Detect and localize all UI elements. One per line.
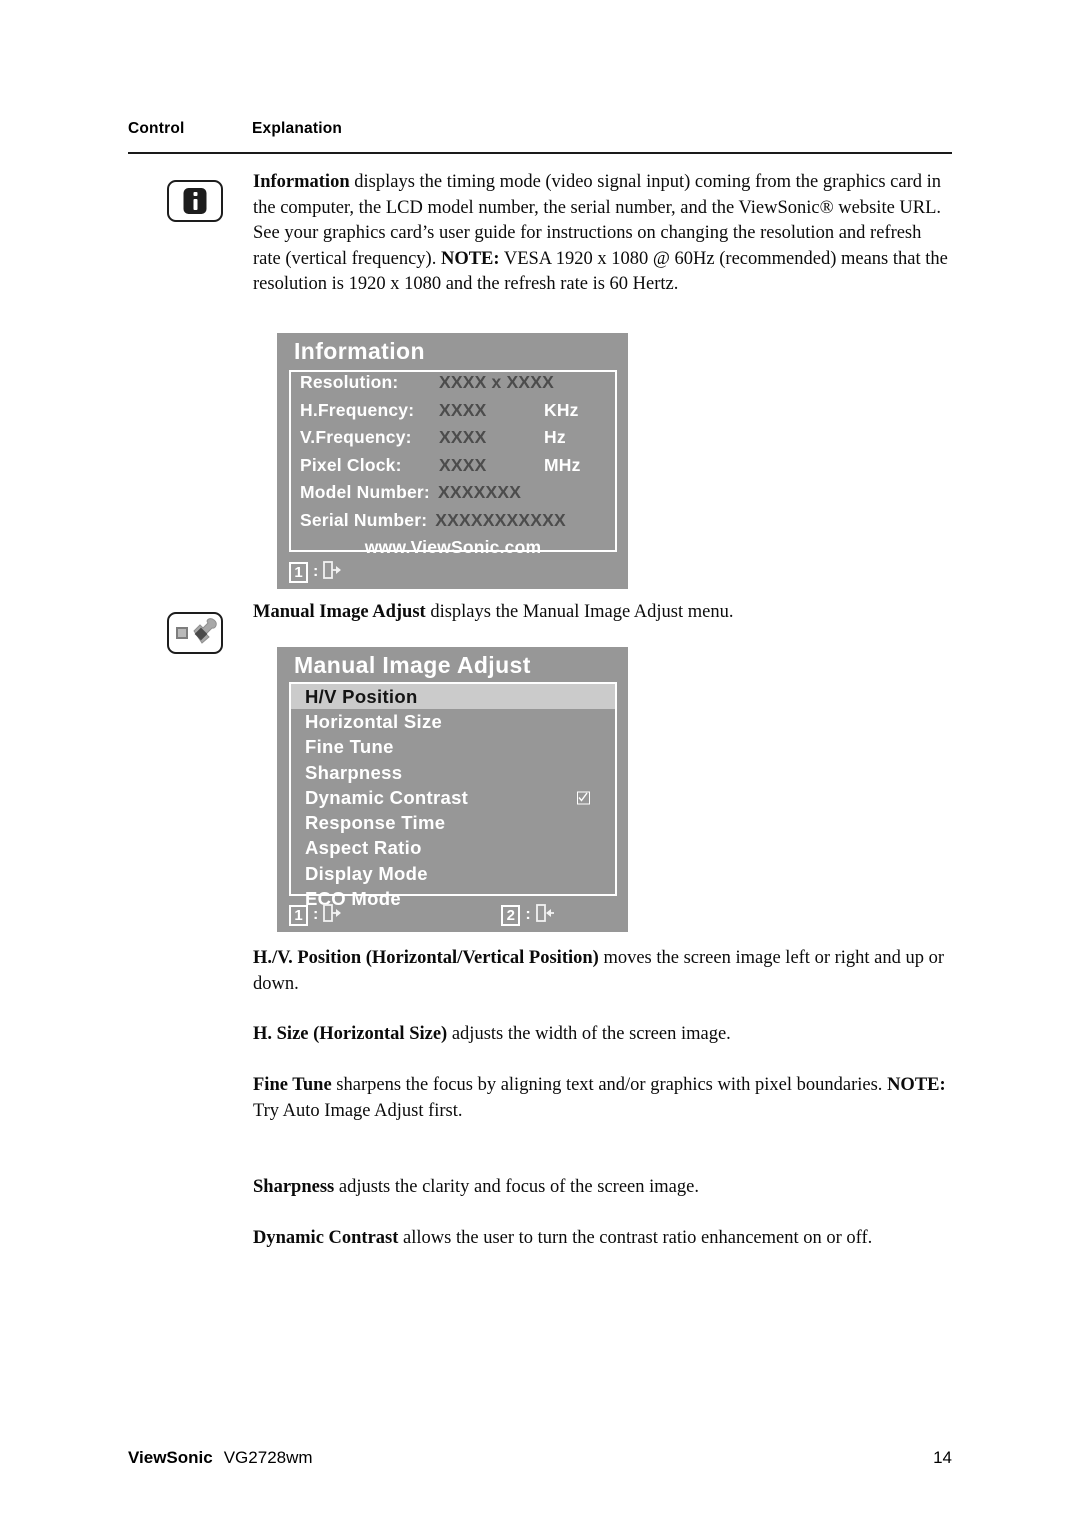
wrench-icon [167,612,223,654]
note-label-information: NOTE: [440,248,500,269]
osd-row-hfrequency: H.Frequency: XXXX KHz [291,400,615,428]
osd-menu-item-label: Response Time [305,812,446,834]
wrench-square-glyph [176,627,188,639]
paragraph-hv-position: H./V. Position (Horizontal/Vertical Posi… [253,946,953,997]
column-header-control: Control [128,120,185,137]
osd-manual-image-adjust-title: Manual Image Adjust [294,652,531,678]
paragraph-fine-tune: Fine Tune sharpens the focus by aligning… [253,1073,953,1124]
osd-value-model-number: XXXXXXX [437,482,522,502]
term-manual-image-adjust: Manual Image Adjust [253,602,426,622]
osd-menu-item-fine-tune[interactable]: Fine Tune [291,735,615,760]
osd-label-serial-number: Serial Number: [300,509,428,530]
table-column-headers: Control Explanation [128,120,952,138]
osd-unit-pixelclock: MHz [544,454,581,475]
osd-menu-item-label: Dynamic Contrast [305,786,469,808]
paragraph-h-size-body: adjusts the width of the screen image. [447,1024,731,1044]
osd-label-model-number: Model Number: [300,482,430,502]
note-label-fine-tune: NOTE: [887,1075,946,1095]
osd-hint-exit: 1 : [289,560,343,584]
osd-row-resolution: Resolution: XXXX x XXXX [291,372,615,400]
wrench-shape-icon [193,618,217,644]
osd-menu-item-label: Fine Tune [305,736,394,758]
osd-hint-colon-2: : [525,906,531,923]
paragraph-fine-tune-body: sharpens the focus by aligning text and/… [331,1075,883,1095]
footer-left: ViewSonic VG2728wm [128,1448,313,1468]
page-footer: ViewSonic VG2728wm 14 [128,1448,952,1468]
osd-row-pixelclock: Pixel Clock: XXXX MHz [291,455,615,483]
document-page: Control Explanation Information displays … [0,0,1080,1527]
osd-hint-key-1: 1 [289,904,308,926]
header-divider [128,152,952,154]
osd-menu-item-aspect-ratio[interactable]: Aspect Ratio [291,836,615,861]
osd-label-vfrequency: V.Frequency: [300,427,412,447]
footer-brand: ViewSonic [128,1448,213,1467]
osd-value-hfrequency: XXXX [439,399,487,420]
osd-menu-item-dynamic-contrast[interactable]: Dynamic Contrast [291,785,615,810]
paragraph-sharpness: Sharpness adjusts the clarity and focus … [253,1175,953,1201]
exit-icon [323,903,343,927]
term-h-size: H. Size (Horizontal Size) [253,1024,448,1044]
osd-menu-item-label: Sharpness [305,761,403,783]
osd-value-resolution: XXXX x XXXX [439,372,555,392]
term-fine-tune: Fine Tune [253,1075,332,1095]
info-letter-glyph [183,188,207,214]
column-header-explanation: Explanation [252,120,343,137]
osd-hint-key-1: 1 [289,561,308,583]
term-dynamic-contrast: Dynamic Contrast [253,1228,399,1248]
osd-label-resolution: Resolution: [300,372,399,392]
footer-model: VG2728wm [223,1448,313,1467]
osd-menu-item-display-mode[interactable]: Display Mode [291,861,615,886]
osd-row-model-number: Model Number: XXXXXXX [291,482,615,510]
paragraph-manual-image-adjust: Manual Image Adjust displays the Manual … [253,600,953,626]
osd-menu-item-label: Horizontal Size [305,710,443,732]
osd-menu-item-label: H/V Position [305,685,418,707]
osd-information-frame: Resolution: XXXX x XXXX H.Frequency: XXX… [289,370,617,557]
osd-menu-item-sharpness[interactable]: Sharpness [291,760,615,785]
information-icon [167,180,223,222]
osd-menu-item-label: Aspect Ratio [305,837,422,859]
paragraph-sharpness-body: adjusts the clarity and focus of the scr… [334,1177,699,1197]
osd-hint-key-2: 2 [501,904,521,926]
osd-value-website: www.ViewSonic.com [364,537,542,557]
osd-menu-item-label: Display Mode [305,862,428,884]
footer-page-number: 14 [933,1448,952,1467]
osd-information-menu: Information Resolution: XXXX x XXXX H.Fr… [277,333,628,589]
osd-label-hfrequency: H.Frequency: [300,399,415,420]
osd-information-title: Information [294,338,425,364]
osd-hint-colon-1: : [313,906,319,923]
wrench-glyph [169,614,221,652]
return-icon [535,903,556,927]
osd-manual-image-adjust-hint-bar: 1 : 2 : [289,902,617,928]
osd-value-serial-number: XXXXXXXXXXX [435,509,566,530]
osd-hint-return: 2 : [501,903,556,927]
osd-unit-vfrequency: Hz [544,427,566,447]
paragraph-information: Information displays the timing mode (vi… [253,170,953,298]
osd-menu-item-horizontal-size[interactable]: Horizontal Size [291,709,615,734]
osd-label-pixelclock: Pixel Clock: [300,454,402,475]
osd-value-pixelclock: XXXX [439,454,487,475]
osd-information-hint-bar: 1 : [289,559,617,585]
osd-menu-item-hv-position[interactable]: H/V Position [291,684,615,710]
paragraph-h-size: H. Size (Horizontal Size) adjusts the wi… [253,1022,953,1048]
term-sharpness: Sharpness [253,1177,335,1197]
exit-icon [323,560,343,584]
osd-unit-hfrequency: KHz [544,399,579,420]
osd-hint-colon-1: : [313,563,319,580]
paragraph-manual-image-adjust-body: displays the Manual Image Adjust menu. [425,602,734,622]
checkbox-checked-icon[interactable] [577,791,590,805]
osd-manual-image-adjust-menu: Manual Image Adjust H/V Position Horizon… [277,647,628,932]
osd-value-vfrequency: XXXX [439,427,487,447]
osd-row-serial-number: Serial Number: XXXXXXXXXXX [291,510,615,538]
paragraph-dynamic-contrast: Dynamic Contrast allows the user to turn… [253,1226,953,1252]
osd-row-vfrequency: V.Frequency: XXXX Hz [291,427,615,455]
osd-menu-item-response-time[interactable]: Response Time [291,810,615,835]
paragraph-dynamic-contrast-body: allows the user to turn the contrast rat… [398,1228,873,1248]
term-information: Information [253,172,350,192]
osd-hint-exit: 1 : [289,903,343,927]
osd-manual-image-adjust-frame: H/V Position Horizontal Size Fine Tune S… [289,682,617,909]
term-hv-position: H./V. Position (Horizontal/Vertical Posi… [253,948,599,968]
note-body-fine-tune: Try Auto Image Adjust first. [253,1100,463,1121]
